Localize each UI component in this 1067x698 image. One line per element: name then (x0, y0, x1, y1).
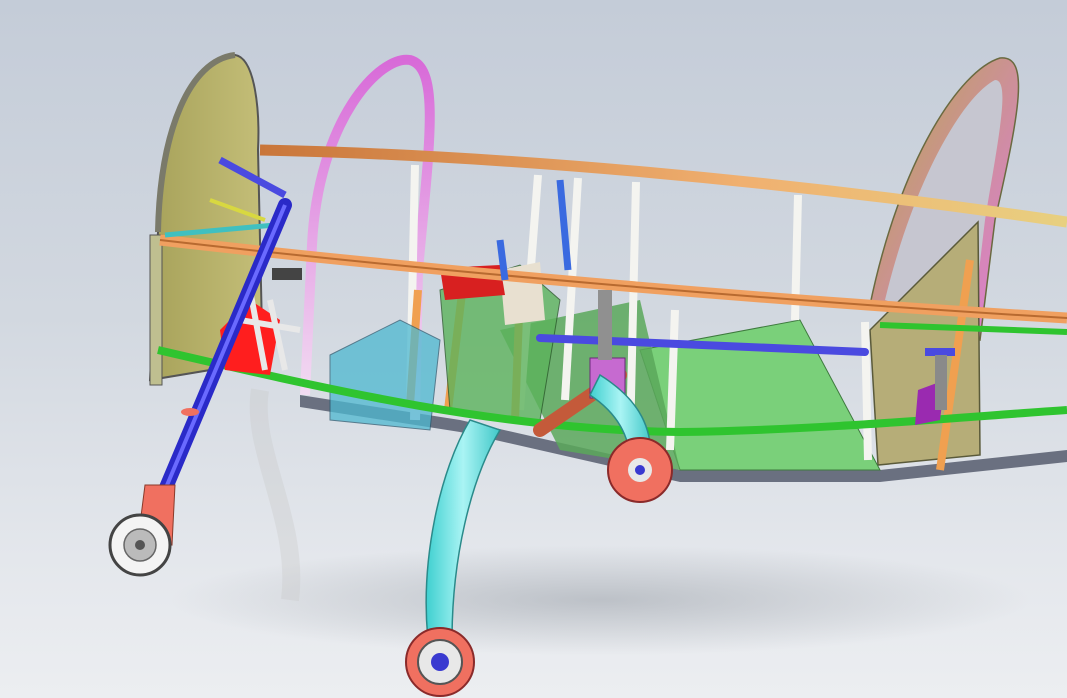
fuselage-cad-model (108, 52, 1067, 697)
cad-viewport[interactable] (0, 0, 1067, 698)
